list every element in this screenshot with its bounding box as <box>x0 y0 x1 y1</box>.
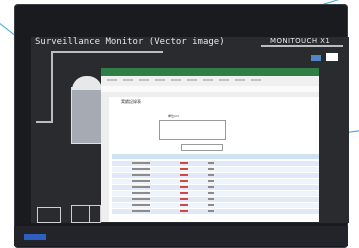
brand-logo <box>24 234 46 240</box>
pipe-line <box>36 121 53 123</box>
hmi-title: Surveillance Monitor (Vector image) <box>35 37 225 47</box>
table-row[interactable] <box>112 197 319 202</box>
table-row[interactable] <box>112 185 319 190</box>
sheet-title: 実績記録表 <box>121 99 141 104</box>
table-row[interactable] <box>112 161 319 166</box>
table-row[interactable] <box>112 191 319 196</box>
pipe-line <box>261 45 343 47</box>
sensor-icon <box>311 55 321 61</box>
unit-label: 単位/ml <box>168 114 179 118</box>
table-row[interactable] <box>112 179 319 184</box>
row-headers <box>101 97 109 222</box>
tablet-bezel-bottom <box>14 226 348 246</box>
hmi-logo: MONITOUCH X1 <box>270 37 331 45</box>
table-row[interactable] <box>112 203 319 208</box>
nav-button[interactable] <box>37 207 61 223</box>
valve-icon <box>326 53 338 61</box>
window-title-bar[interactable] <box>101 68 319 76</box>
input-box <box>181 144 223 151</box>
table-row[interactable] <box>112 173 319 178</box>
spreadsheet-window[interactable]: 実績記録表 単位/ml <box>101 68 319 222</box>
nav-button[interactable] <box>89 205 101 223</box>
table-row[interactable] <box>112 209 319 214</box>
column-headers <box>101 92 319 97</box>
storage-tank[interactable] <box>71 87 103 144</box>
pipe-line <box>51 51 163 53</box>
pipe-line <box>51 51 53 123</box>
table-row[interactable] <box>112 167 319 172</box>
summary-box <box>159 120 226 140</box>
table-header-row <box>112 154 319 159</box>
